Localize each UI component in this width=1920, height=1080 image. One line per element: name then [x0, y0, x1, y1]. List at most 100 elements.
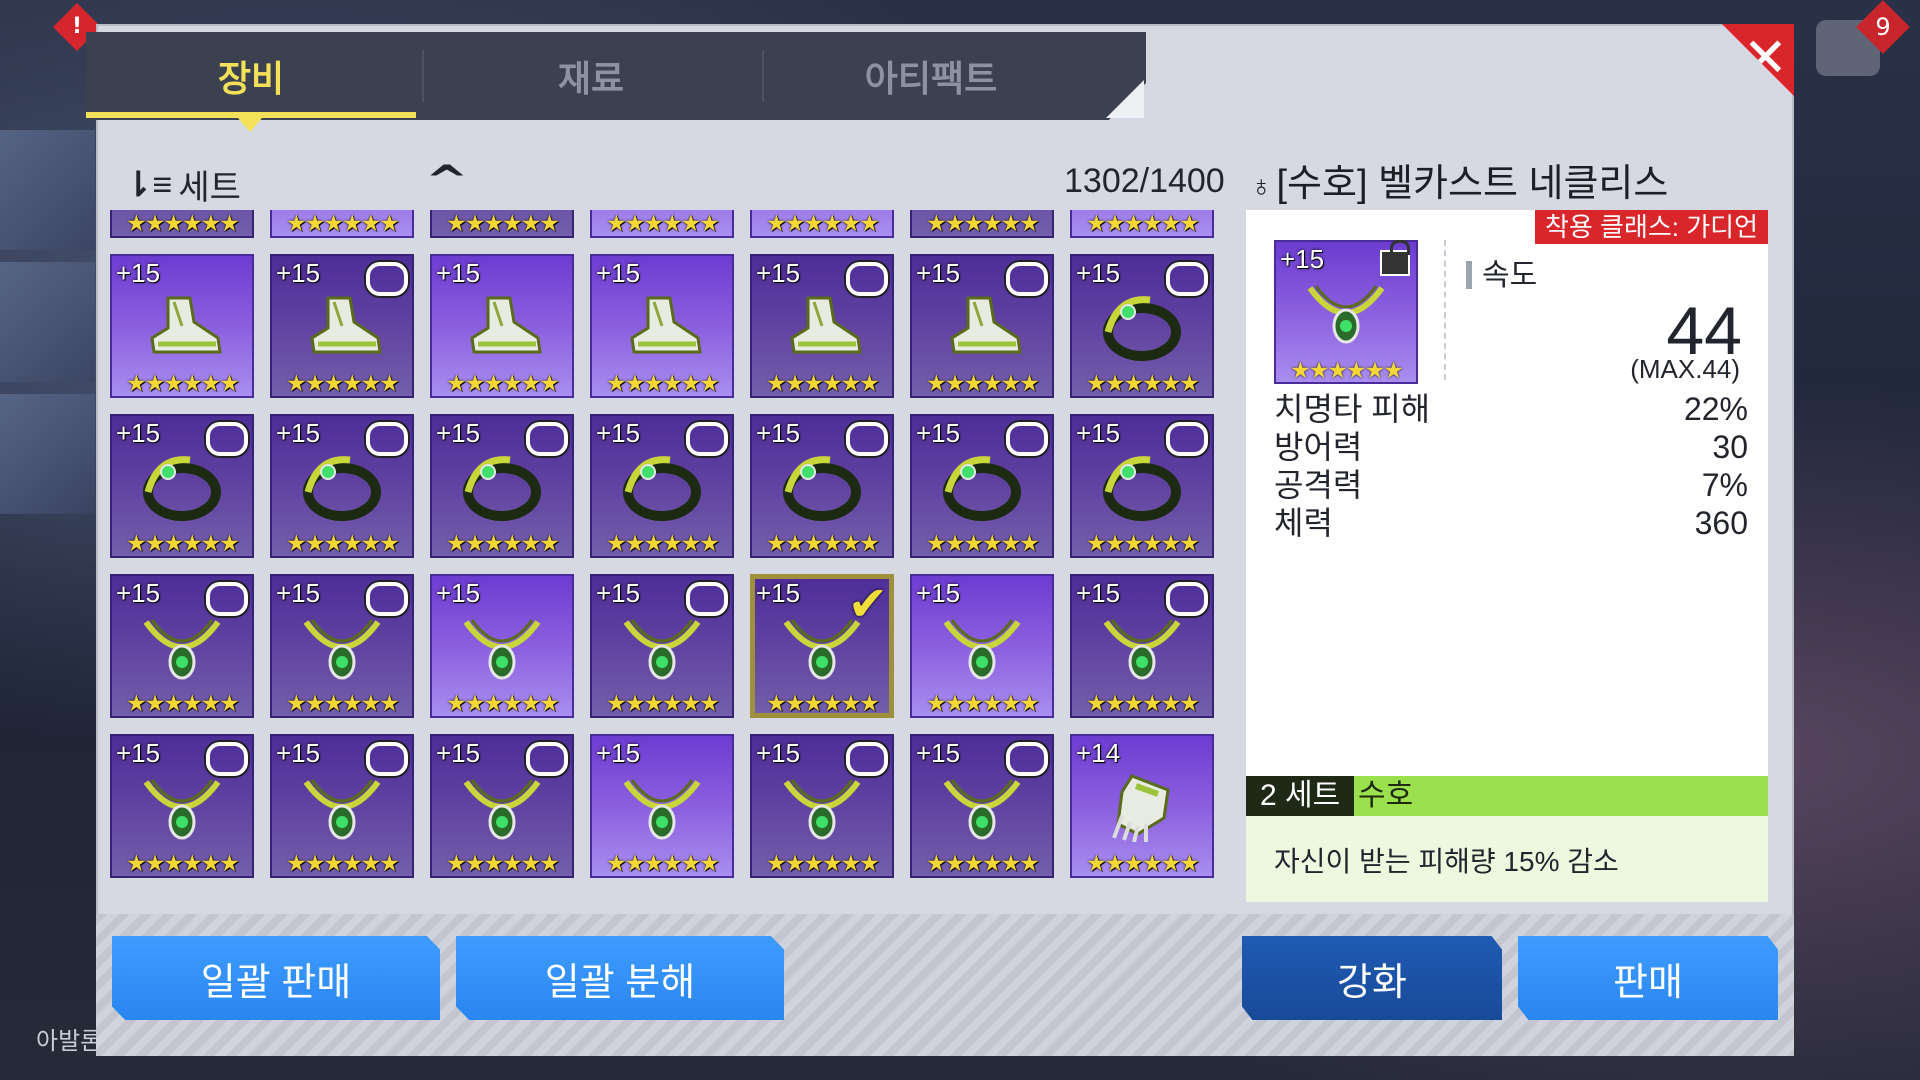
equipment-slot[interactable]: +15 ★★★★★★: [430, 574, 574, 718]
tab-materials[interactable]: 재료: [426, 32, 756, 120]
lock-icon: [1166, 262, 1208, 296]
sort-dropdown[interactable]: ⇂≡ 세트: [124, 160, 241, 209]
equipment-slot[interactable]: +15 ★★★★★★: [750, 734, 894, 878]
tab-divider: [762, 50, 764, 102]
equipment-slot[interactable]: +15 ★★★★★★: [270, 414, 414, 558]
equipment-slot[interactable]: +15 ★★★★★★: [910, 414, 1054, 558]
lock-icon: [366, 262, 408, 296]
equipment-slot[interactable]: +15 ★★★★★★: [270, 574, 414, 718]
item-level: +15: [756, 258, 801, 288]
ring-art: [943, 456, 1021, 521]
item-level: +15: [436, 578, 481, 608]
star-rating: ★★★★★★: [926, 211, 1040, 237]
equipment-slot[interactable]: ★★★★★★: [590, 210, 734, 238]
equipment-slot[interactable]: +15 ★★★★★★: [1070, 254, 1214, 398]
equipment-slot[interactable]: ★★★★★★: [270, 210, 414, 238]
boots-art: [150, 296, 222, 354]
equipment-slot[interactable]: +15 ✔ ★★★★★★: [750, 574, 894, 718]
chevron-up-icon[interactable]: ^: [425, 158, 469, 204]
star-rating: ★★★★★★: [606, 851, 720, 877]
equipment-slot[interactable]: +15 ★★★★★★: [430, 254, 574, 398]
item-level: +15: [596, 418, 641, 448]
star-rating: ★★★★★★: [126, 371, 240, 397]
background-portrait: [0, 394, 95, 514]
equipment-slot[interactable]: +15 ★★★★★★: [590, 414, 734, 558]
bulk-sell-button[interactable]: 일괄 판매: [112, 936, 440, 1020]
necklace-art: [623, 779, 701, 840]
equipment-slot[interactable]: +15 ★★★★★★: [1070, 574, 1214, 718]
equipment-slot[interactable]: ★★★★★★: [1070, 210, 1214, 238]
gauntlet-art: [1112, 774, 1170, 842]
checkmark-icon: ✔: [847, 576, 888, 632]
star-rating: ★★★★★★: [1290, 358, 1404, 384]
equipment-slot[interactable]: +15 ★★★★★★: [430, 734, 574, 878]
tab-equipment[interactable]: 장비: [86, 32, 416, 120]
lock-icon: [366, 422, 408, 456]
necklace-art: [1103, 619, 1181, 680]
item-level: +15: [916, 578, 961, 608]
equipment-slot[interactable]: ★★★★★★: [910, 210, 1054, 238]
star-rating: ★★★★★★: [1086, 371, 1200, 397]
item-level: +15: [116, 738, 161, 768]
lock-icon: [526, 742, 568, 776]
tab-bar: 장비 재료 아티팩트: [86, 32, 1146, 120]
necklace-art: [143, 779, 221, 840]
sort-icon: ⇂≡: [124, 165, 173, 204]
lock-icon: [1006, 742, 1048, 776]
necklace-art: [943, 619, 1021, 680]
unlocked-padlock-icon[interactable]: [1380, 240, 1410, 276]
equipment-slot[interactable]: +15 ★★★★★★: [110, 414, 254, 558]
ring-art: [1103, 296, 1181, 361]
equipment-slot[interactable]: +15 ★★★★★★: [270, 734, 414, 878]
lock-icon: [366, 742, 408, 776]
set-bonus-description-box: 자신이 받는 피해량 15% 감소: [1246, 816, 1768, 902]
equipment-slot[interactable]: +15 ★★★★★★: [910, 734, 1054, 878]
equipment-slot[interactable]: +14 ★★★★★★: [1070, 734, 1214, 878]
bulk-dismantle-button[interactable]: 일괄 분해: [456, 936, 784, 1020]
equipment-slot[interactable]: ★★★★★★: [430, 210, 574, 238]
star-rating: ★★★★★★: [446, 851, 560, 877]
item-level: +14: [1076, 738, 1121, 768]
item-level: +15: [1076, 258, 1121, 288]
equipment-slot[interactable]: +15 ★★★★★★: [1070, 414, 1214, 558]
star-rating: ★★★★★★: [1086, 211, 1200, 237]
equipment-slot[interactable]: ★★★★★★: [110, 210, 254, 238]
star-rating: ★★★★★★: [1086, 691, 1200, 717]
item-detail-card: 착용 클래스: 가디언 +15 ★★★★★★ 속도 44 (MAX.44) 치명…: [1246, 210, 1768, 902]
equipment-slot[interactable]: +15 ★★★★★★: [270, 254, 414, 398]
equipment-slot[interactable]: +15 ★★★★★★: [910, 574, 1054, 718]
necklace-art: [463, 779, 541, 840]
item-level: +15: [116, 258, 161, 288]
star-rating: ★★★★★★: [446, 531, 560, 557]
sell-button[interactable]: 판매: [1518, 936, 1778, 1020]
equipment-slot[interactable]: +15 ★★★★★★: [910, 254, 1054, 398]
necklace-art: [303, 619, 381, 680]
equipment-slot[interactable]: +15 ★★★★★★: [110, 574, 254, 718]
main-stat-max: (MAX.44): [1630, 354, 1740, 384]
equipment-slot[interactable]: +15 ★★★★★★: [750, 254, 894, 398]
tab-artifacts[interactable]: 아티팩트: [766, 32, 1096, 120]
star-rating: ★★★★★★: [926, 691, 1040, 717]
equipment-slot[interactable]: +15 ★★★★★★: [430, 414, 574, 558]
star-rating: ★★★★★★: [126, 211, 240, 237]
star-rating: ★★★★★★: [286, 531, 400, 557]
tab-divider: [422, 50, 424, 102]
necklace-icon: ♁: [1250, 170, 1273, 203]
active-tab-pointer: [238, 118, 262, 132]
boots-art: [950, 296, 1022, 354]
enhance-button[interactable]: 강화: [1242, 936, 1502, 1020]
equipment-slot[interactable]: +15 ★★★★★★: [590, 574, 734, 718]
ring-art: [143, 456, 221, 521]
star-rating: ★★★★★★: [446, 211, 560, 237]
boots-art: [630, 296, 702, 354]
equipment-slot[interactable]: ★★★★★★: [750, 210, 894, 238]
equipment-slot[interactable]: +15 ★★★★★★: [590, 254, 734, 398]
star-rating: ★★★★★★: [606, 691, 720, 717]
item-level: +15: [916, 418, 961, 448]
equipment-slot[interactable]: +15 ★★★★★★: [110, 254, 254, 398]
equipment-slot[interactable]: +15 ★★★★★★: [110, 734, 254, 878]
divider: [1444, 240, 1446, 380]
item-level: +15: [1076, 578, 1121, 608]
equipment-slot[interactable]: +15 ★★★★★★: [750, 414, 894, 558]
equipment-slot[interactable]: +15 ★★★★★★: [590, 734, 734, 878]
